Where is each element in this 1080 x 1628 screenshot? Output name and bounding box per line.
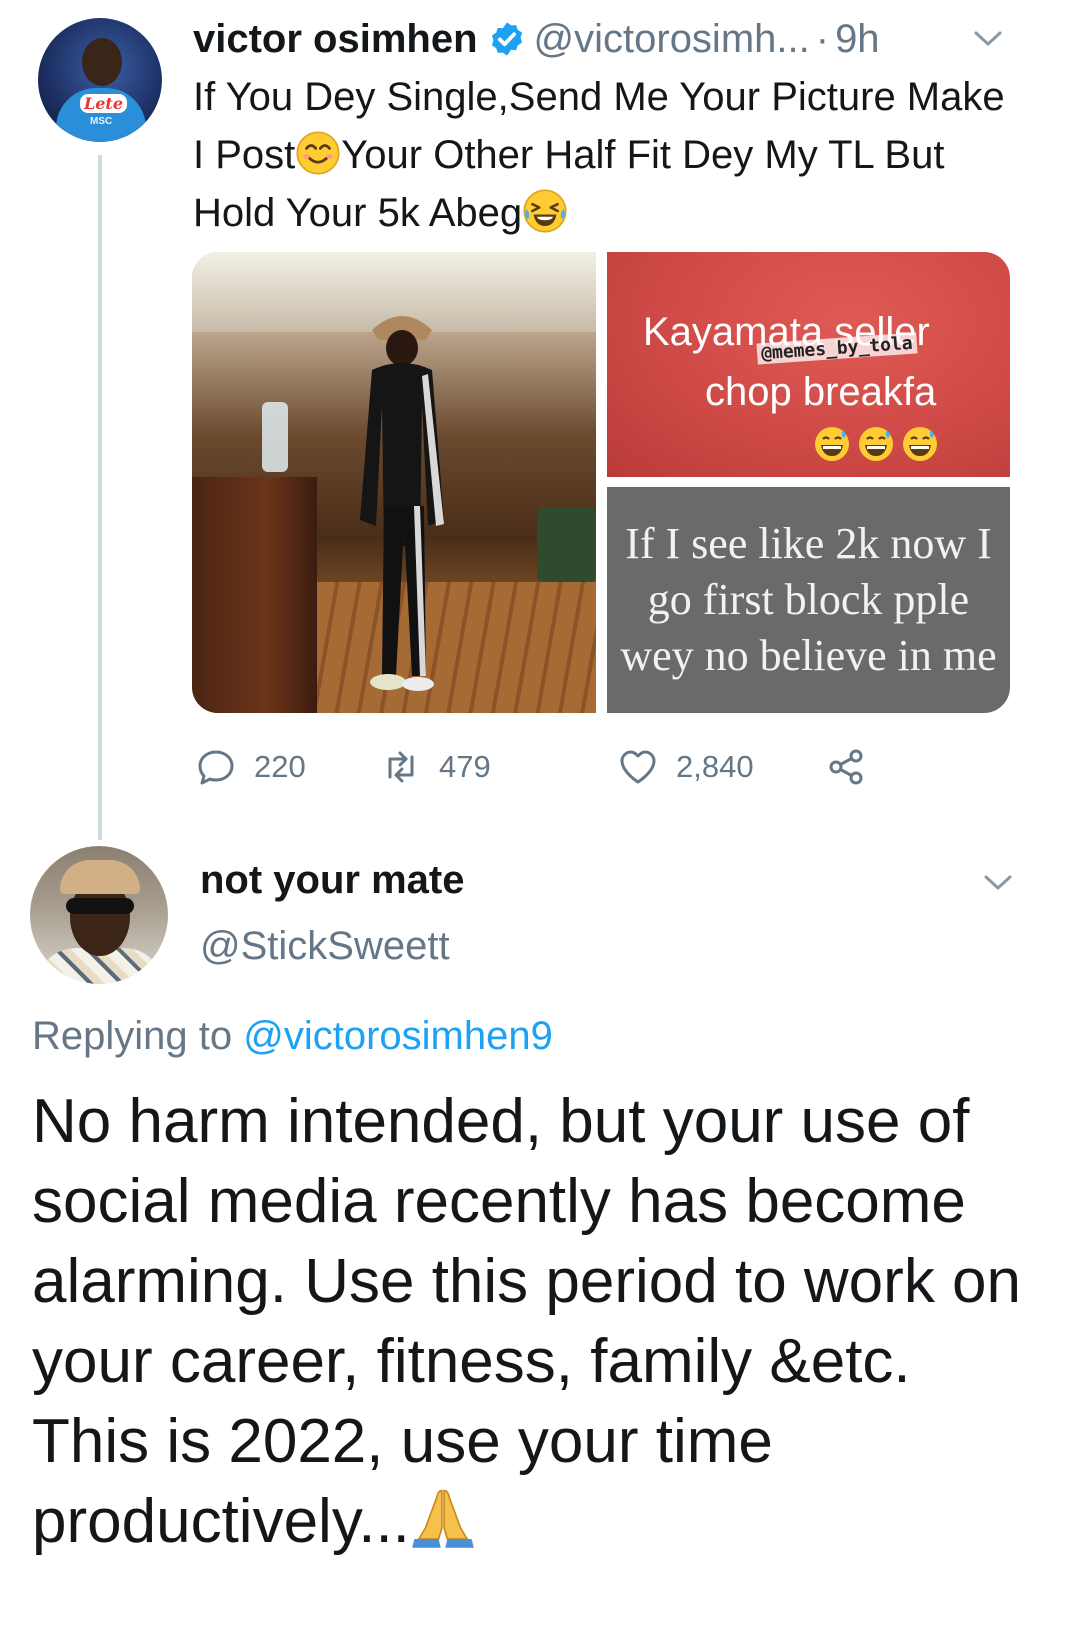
- reply-author-handle[interactable]: @StickSweett: [200, 924, 450, 969]
- media-photo-left[interactable]: [192, 252, 596, 713]
- folded-hands-emoji-icon: [412, 1489, 474, 1548]
- replying-to-mention[interactable]: @victorosimhen9: [243, 1014, 553, 1058]
- like-count: 2,840: [676, 749, 754, 784]
- reply-count: 220: [254, 749, 306, 784]
- reply-author-avatar[interactable]: [30, 846, 168, 984]
- verified-badge-icon: [491, 22, 522, 56]
- tweet-header: victor osimhen @victorosimh... · 9h: [193, 14, 880, 64]
- tweet-author-name[interactable]: victor osimhen: [193, 17, 478, 62]
- thread-connector-line: [98, 155, 102, 840]
- replying-to-prefix: Replying to: [32, 1014, 233, 1058]
- avatar-head: [82, 38, 122, 86]
- photo-person-figure: [360, 316, 444, 691]
- reply-author-name[interactable]: not your mate: [200, 858, 464, 903]
- photo-bottle: [262, 402, 288, 472]
- retweet-count: 479: [439, 749, 491, 784]
- reply-text-body: No harm intended, but your use of social…: [32, 1087, 1022, 1556]
- meme-emoji-row: [812, 424, 940, 464]
- tweet-author-handle[interactable]: @victorosimh...: [534, 17, 810, 62]
- grinning-sweat-emoji-icon: [815, 427, 849, 461]
- avatar2-sunglasses: [66, 898, 134, 914]
- heart-icon: [620, 750, 656, 784]
- grinning-sweat-emoji-icon: [903, 427, 937, 461]
- retweet-icon: [388, 751, 414, 783]
- reply-icon: [198, 750, 234, 785]
- media-meme-top[interactable]: Kayamata seller @memes_by_tola chop brea…: [607, 252, 1010, 477]
- meme-bottom-text: If I see like 2k now I go first block pp…: [620, 519, 997, 680]
- avatar-crest-text: Lete: [80, 94, 127, 113]
- tweet-action-bar: 220 479 2,840: [196, 742, 896, 792]
- share-button[interactable]: [826, 742, 866, 792]
- smiling-face-emoji-icon: [296, 131, 340, 175]
- reply-text: No harm intended, but your use of social…: [32, 1082, 1032, 1562]
- photo-counter: [192, 477, 317, 713]
- avatar2-cap: [60, 860, 140, 894]
- meme-top-line2: chop breakfa: [705, 370, 937, 414]
- tweet-media-grid: Kayamata seller @memes_by_tola chop brea…: [192, 252, 1010, 713]
- photo-sofa: [537, 507, 596, 582]
- media-meme-bottom[interactable]: If I see like 2k now I go first block pp…: [607, 487, 1010, 713]
- like-button[interactable]: 2,840: [618, 742, 754, 792]
- tweet-text: If You Dey Single,Send Me Your Picture M…: [193, 68, 1013, 242]
- retweet-button[interactable]: 479: [381, 742, 491, 792]
- chevron-down-icon[interactable]: [970, 24, 1006, 54]
- header-separator: ·: [815, 16, 830, 61]
- replying-to-line: Replying to @victorosimhen9: [32, 1014, 553, 1059]
- tweet-author-avatar[interactable]: Lete MSC: [38, 18, 162, 142]
- grinning-sweat-emoji-icon: [859, 427, 893, 461]
- tears-of-joy-emoji-icon: [523, 189, 567, 233]
- reply-button[interactable]: 220: [196, 742, 306, 792]
- share-icon: [829, 749, 863, 785]
- avatar-sponsor-text: MSC: [90, 116, 113, 127]
- tweet-timestamp[interactable]: 9h: [835, 17, 880, 62]
- chevron-down-icon[interactable]: [980, 868, 1016, 898]
